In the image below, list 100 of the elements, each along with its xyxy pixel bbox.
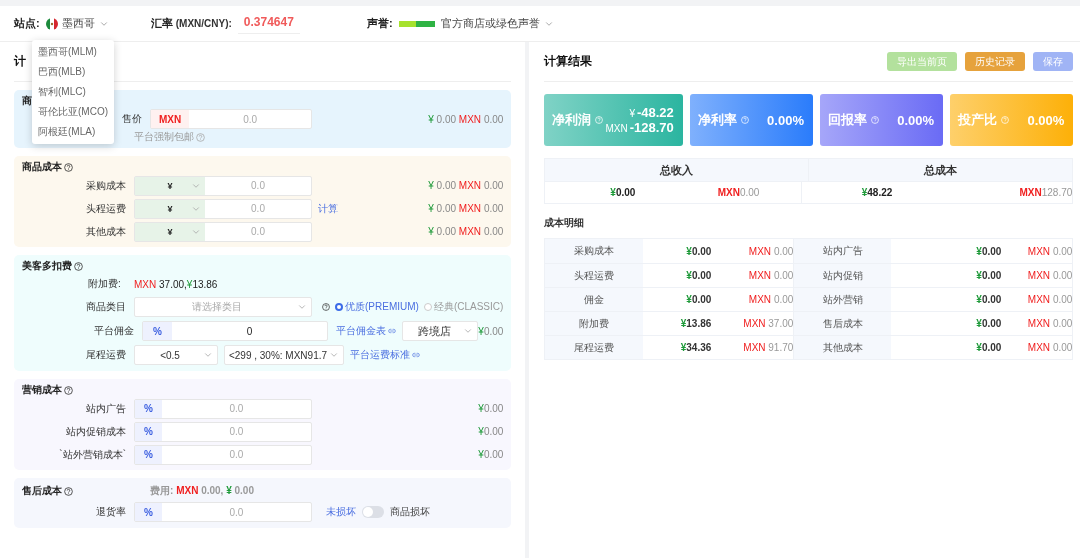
table-cell-text: ¥0.00 — [975, 245, 1002, 257]
help-icon — [740, 116, 749, 124]
toggle-label: 未损坏 — [326, 505, 356, 519]
amount-text: ¥ 0.00 MXN 0.00 — [428, 180, 504, 191]
amount-text: ¥0.00 — [478, 449, 504, 460]
site-label: 站点: — [14, 16, 40, 31]
section-title: 售后成本 — [22, 484, 150, 498]
field-label: 平台佣金 — [93, 324, 135, 338]
row-label: 附加费 — [545, 312, 644, 335]
rate-label: 汇率 (MXN/CNY): — [150, 16, 232, 31]
metric-value: 0.00% — [767, 112, 804, 128]
row-label: 站内促销 — [793, 264, 892, 287]
amount-text: ¥ 0.00 MXN 0.00 — [428, 226, 504, 237]
store-select[interactable]: 跨境店 — [402, 321, 478, 341]
percent-input[interactable]: % 0.0 — [134, 421, 312, 442]
section-title: 商品成本 — [22, 160, 504, 174]
link-icon — [412, 351, 420, 359]
metric-value: ¥-48.22 — [629, 105, 674, 120]
table-cell-text: MXN 37.00 — [742, 318, 794, 329]
link-icon — [388, 327, 396, 335]
weight-select[interactable]: <0.5 — [134, 345, 218, 365]
help-icon — [322, 303, 330, 311]
table-cell-text: ¥0.00 — [609, 187, 636, 198]
help-icon — [74, 261, 83, 271]
table-cell-text: MXN0.00 — [716, 187, 760, 198]
commission-table-link[interactable]: 平台佣金表 — [336, 324, 396, 338]
field-label: 退货率 — [95, 505, 127, 519]
commission-input[interactable]: % 0 — [142, 321, 328, 341]
menu-item[interactable]: 智利(MLC) — [32, 82, 114, 102]
metric-label: 投产比 — [958, 111, 1010, 129]
table-cell-text: MXN 0.00 — [747, 270, 794, 281]
chevron-down-icon — [203, 350, 213, 360]
menu-item[interactable]: 巴西(MLB) — [32, 62, 114, 82]
damage-toggle[interactable] — [362, 506, 384, 518]
row-label: 售后成本 — [793, 312, 892, 335]
help-icon — [64, 486, 73, 496]
row-label: 站外营销 — [793, 288, 892, 311]
field-label: 头程运费 — [85, 201, 127, 216]
price-input[interactable]: MXN 0.0 — [150, 109, 312, 129]
percent-input[interactable]: % 0.0 — [134, 398, 312, 419]
fee-text: 费用: MXN 0.00, ¥ 0.00 — [150, 484, 254, 498]
field-label: 其他成本 — [85, 224, 127, 239]
cost-input[interactable]: ¥ 0.0 — [134, 175, 312, 196]
help-icon — [595, 116, 604, 124]
section-title: 营销成本 — [22, 383, 504, 397]
site-select[interactable]: 墨西哥 — [45, 16, 109, 31]
field-label: 站内广告 — [85, 401, 127, 416]
toggle-label: 商品损坏 — [390, 505, 430, 519]
table-cell-text: ¥0.00 — [685, 294, 712, 305]
cost-input[interactable]: ¥ 0.0 — [134, 221, 312, 242]
reputation-bar-icon — [398, 20, 435, 27]
flag-icon — [45, 17, 58, 30]
reputation-select[interactable]: 官方商店或绿色声誉 — [440, 16, 554, 31]
metric-value: MXN-128.70 — [605, 120, 674, 135]
field-label: 附加费: — [87, 277, 122, 291]
return-rate-input[interactable]: % 0.0 — [134, 502, 312, 522]
table-cell-text: MXN128.70 — [1018, 187, 1073, 198]
table-cell-text: MXN 0.00 — [1026, 270, 1073, 281]
cost-input[interactable]: ¥ 0.0 — [134, 198, 312, 219]
panel-title: 计 — [14, 53, 26, 70]
row-label: 尾程运费 — [545, 336, 644, 359]
field-label: 采购成本 — [85, 178, 127, 193]
calculate-link[interactable]: 计算 — [318, 201, 338, 216]
table-cell-text: MXN 0.00 — [1026, 294, 1073, 305]
amount-text: ¥0.00 — [478, 403, 504, 414]
radio-option[interactable]: 优质(PREMIUM) — [335, 300, 419, 314]
row-label: 佣金 — [545, 288, 644, 311]
table-cell-text: ¥13.86 — [679, 318, 712, 329]
row-label: 其他成本 — [793, 336, 892, 359]
amount-text: ¥ 0.00 MXN 0.00 — [428, 113, 504, 125]
row-label: 头程运费 — [545, 264, 644, 287]
section-title: 美客多扣费 — [22, 259, 504, 273]
menu-item[interactable]: 墨西哥(MLM) — [32, 42, 114, 62]
rate-value: 0.374647 — [237, 13, 300, 34]
chevron-down-icon — [329, 350, 339, 360]
percent-input[interactable]: % 0.0 — [134, 444, 312, 465]
table-cell-text: MXN 0.00 — [747, 294, 794, 305]
panel-title: 计算结果 — [544, 53, 593, 70]
table-cell-text: ¥0.00 — [975, 270, 1002, 281]
field-label: 站内促销成本 — [65, 424, 127, 439]
chevron-down-icon — [463, 326, 473, 336]
help-icon — [196, 132, 205, 142]
table-cell-text: MXN 0.00 — [1026, 342, 1073, 353]
hint-text: 平台强制包邮 — [134, 130, 504, 144]
row-label: 采购成本 — [545, 239, 644, 263]
row-label: 站内广告 — [793, 239, 892, 263]
table-cell-text: MXN 0.00 — [1026, 245, 1073, 257]
chevron-down-icon — [297, 302, 307, 312]
metric-label: 回报率 — [828, 111, 879, 129]
column-header: 总收入 — [545, 159, 809, 181]
menu-item[interactable]: 阿根廷(MLA) — [32, 122, 114, 142]
shipping-standard-link[interactable]: 平台运费标准 — [350, 348, 420, 362]
help-icon — [64, 385, 73, 395]
metric-label: 净利润 — [552, 111, 604, 129]
table-cell-text: MXN 91.70 — [742, 342, 794, 353]
menu-item[interactable]: 哥伦比亚(MCO) — [32, 102, 114, 122]
metric-value: 0.00% — [897, 112, 935, 128]
field-label: 商品类目 — [85, 300, 127, 314]
tier-select[interactable]: <299 , 30%: MXN91.7 — [224, 345, 344, 365]
table-cell-text: ¥0.00 — [975, 342, 1002, 353]
